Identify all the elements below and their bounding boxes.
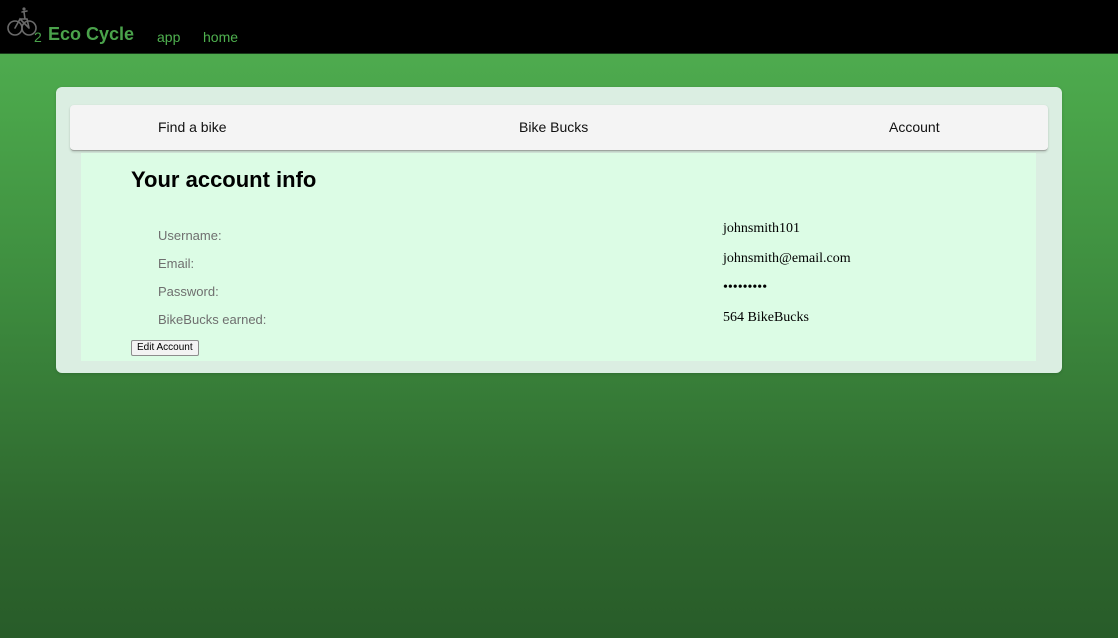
nav-link-home[interactable]: home xyxy=(203,29,238,45)
nav-link-app[interactable]: app xyxy=(157,29,180,45)
bicycle-logo-icon[interactable]: 2 xyxy=(6,4,46,44)
account-card: Find a bike Bike Bucks Account Your acco… xyxy=(56,87,1062,373)
edit-account-button[interactable]: Edit Account xyxy=(131,340,199,356)
brand-name[interactable]: Eco Cycle xyxy=(48,24,134,45)
tab-account[interactable]: Account xyxy=(889,119,940,135)
tab-find-a-bike[interactable]: Find a bike xyxy=(158,119,226,135)
bikebucks-label: BikeBucks earned: xyxy=(158,312,267,327)
tab-bike-bucks[interactable]: Bike Bucks xyxy=(519,119,588,135)
logo-subscript: 2 xyxy=(34,29,42,44)
bikebucks-value: 564 BikeBucks xyxy=(723,310,809,325)
username-label: Username: xyxy=(158,228,222,243)
password-label: Password: xyxy=(158,284,219,299)
tab-bar: Find a bike Bike Bucks Account xyxy=(70,105,1048,151)
email-value: johnsmith@email.com xyxy=(723,251,851,266)
top-bar: 2 Eco Cycle app home xyxy=(0,0,1118,54)
account-info-panel: Your account info Username: johnsmith101… xyxy=(81,153,1036,361)
email-label: Email: xyxy=(158,256,195,271)
page-title: Your account info xyxy=(131,167,317,192)
username-value: johnsmith101 xyxy=(723,221,801,236)
password-value: ••••••••• xyxy=(723,280,768,295)
